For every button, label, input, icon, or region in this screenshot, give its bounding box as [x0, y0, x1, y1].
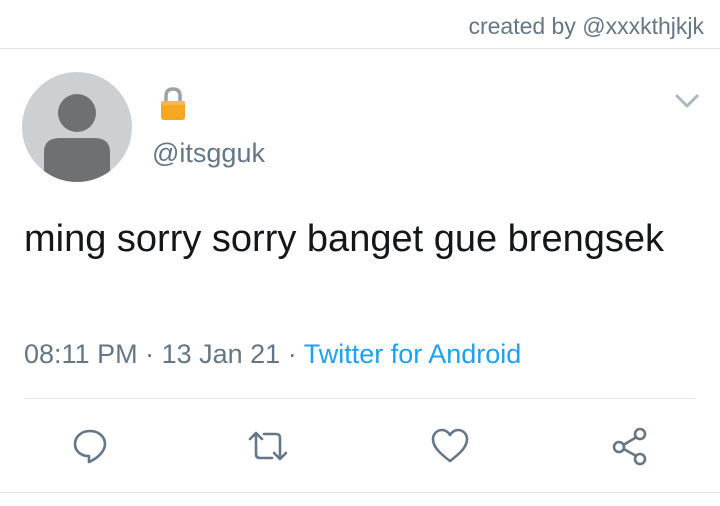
meta-separator: · [137, 339, 162, 369]
actions-divider [0, 492, 720, 493]
meta-divider [24, 398, 696, 399]
credit-text: created by @xxxkthjkjk [468, 13, 704, 39]
meta-separator: · [280, 339, 304, 369]
header-divider [0, 48, 720, 49]
tweet-source-link[interactable]: Twitter for Android [304, 339, 522, 369]
tweet-time: 08:11 PM [24, 339, 138, 369]
like-button[interactable] [428, 424, 472, 468]
default-avatar-icon [44, 94, 110, 182]
user-handle[interactable]: @itsgguk [152, 136, 265, 170]
lock-icon [158, 86, 188, 122]
tweet-text: ming sorry sorry banget gue brengsek [24, 218, 664, 260]
share-icon [612, 427, 647, 466]
share-button[interactable] [608, 424, 652, 468]
tweet-meta: 08:11 PM · 13 Jan 21 · Twitter for Andro… [24, 336, 521, 372]
heart-icon [431, 428, 469, 463]
chevron-down-icon[interactable] [672, 90, 702, 112]
avatar[interactable] [22, 72, 132, 182]
retweet-button[interactable] [246, 424, 290, 468]
retweet-icon [248, 431, 288, 461]
tweet-date: 13 Jan 21 [161, 339, 281, 369]
reply-button[interactable] [68, 424, 112, 468]
reply-icon [73, 429, 107, 464]
